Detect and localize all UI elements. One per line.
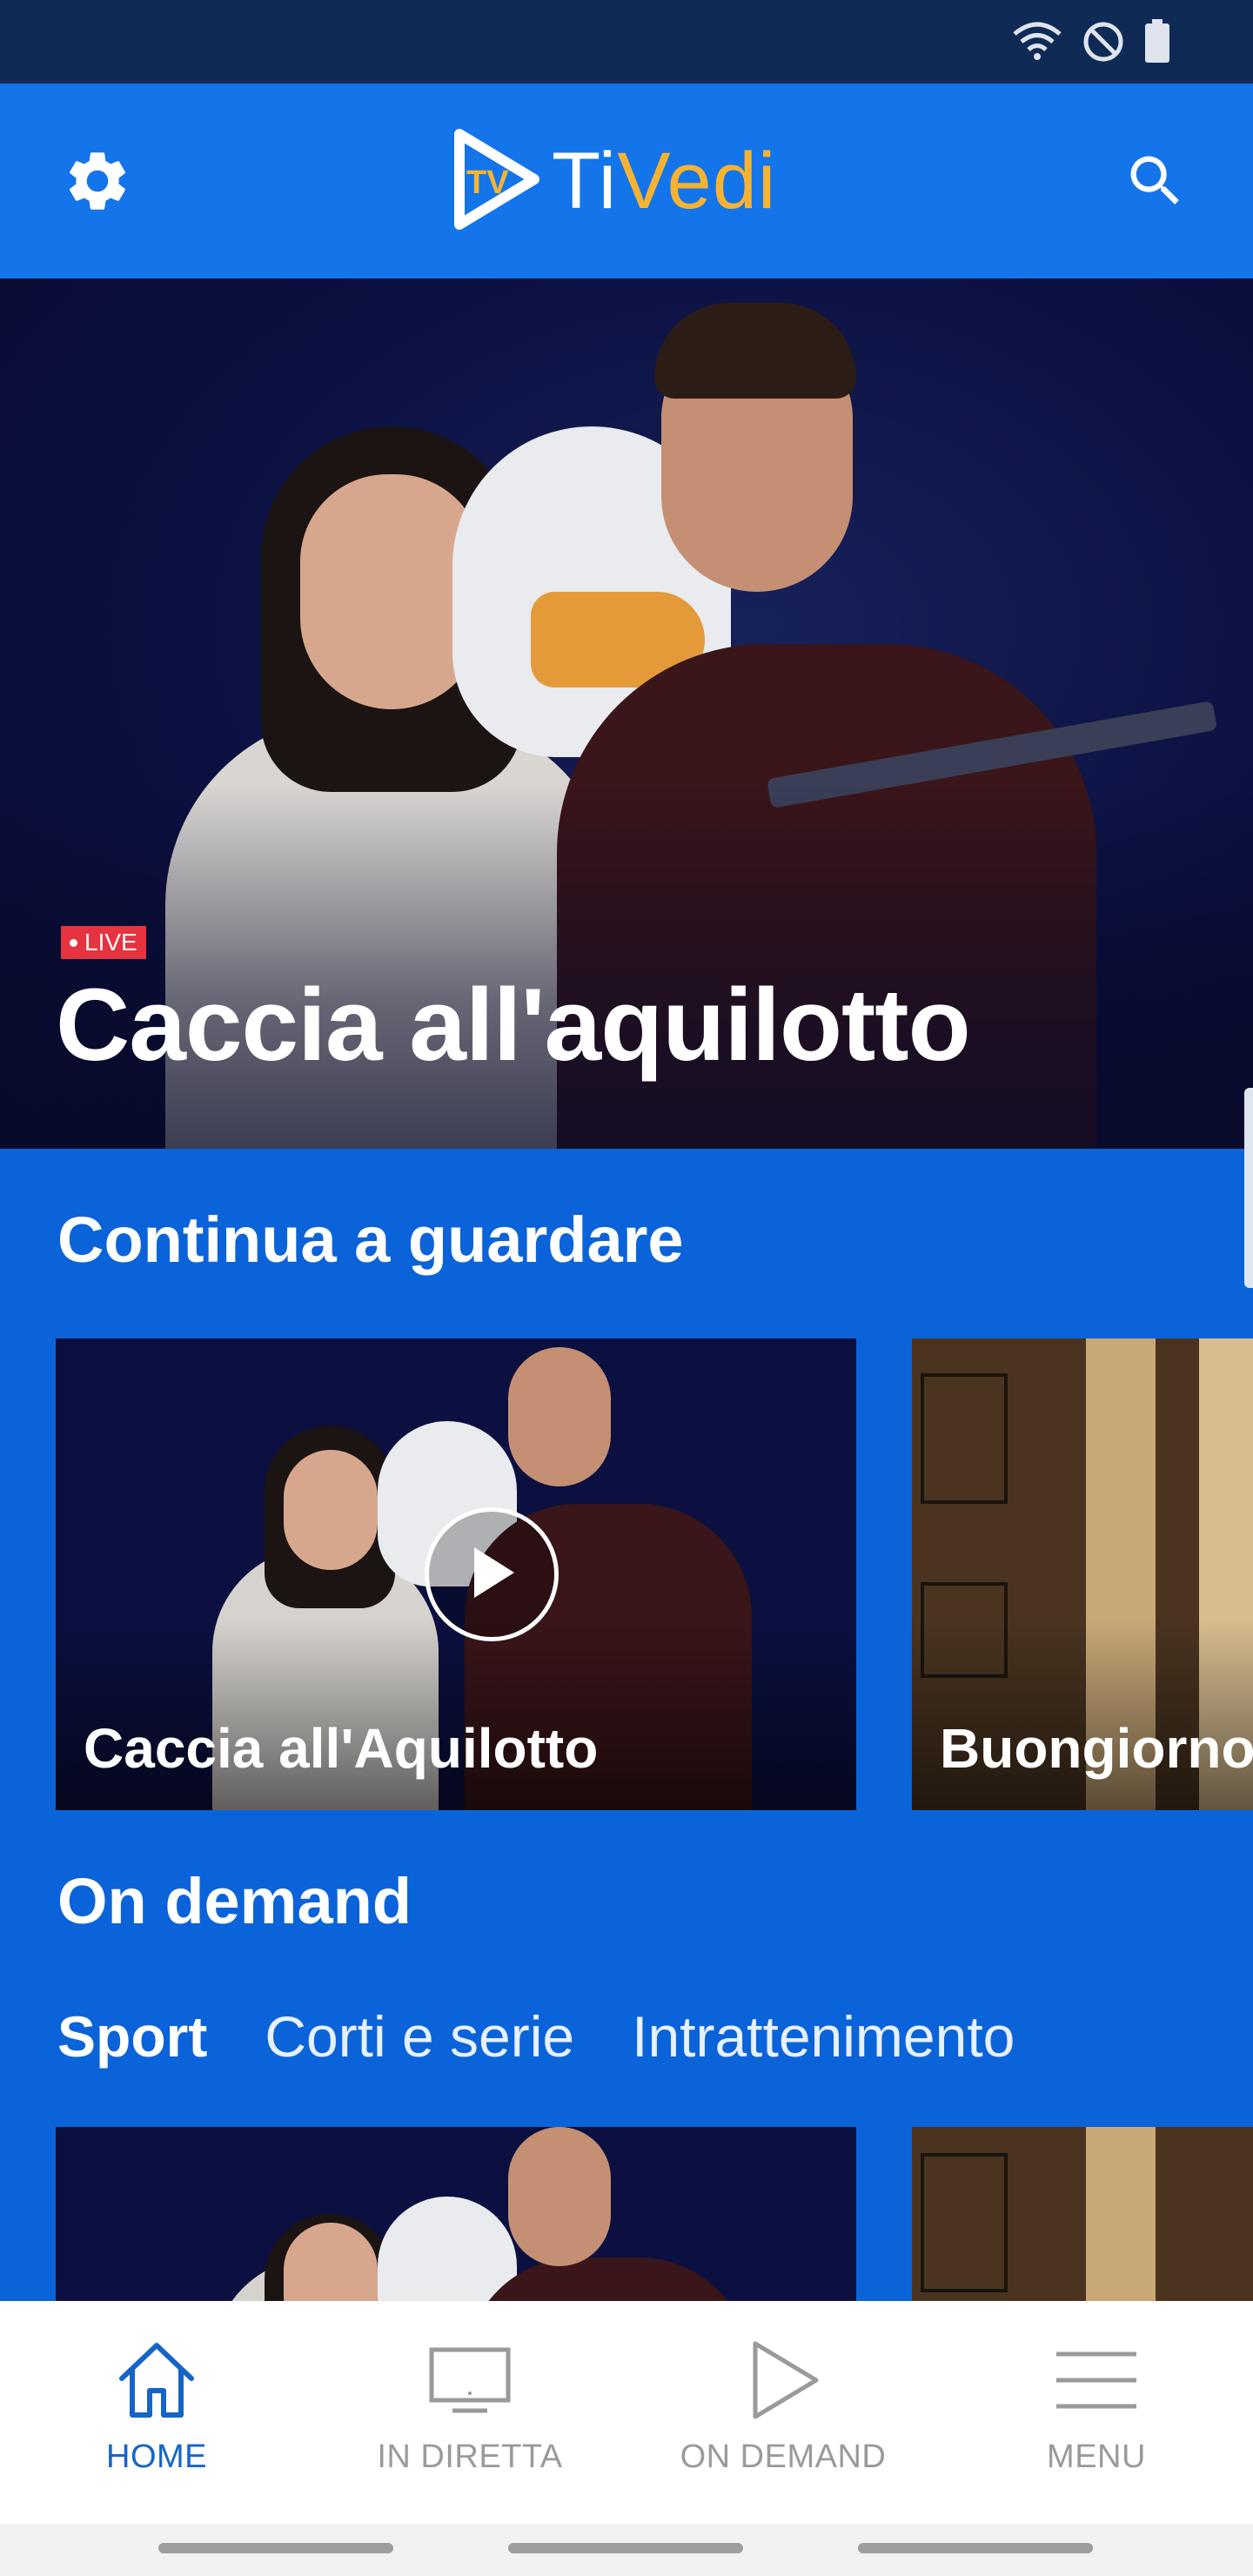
logo-badge-text: TV — [466, 164, 509, 201]
continue-watching-card[interactable]: Buongiorno — [912, 1338, 1253, 1810]
settings-button[interactable] — [57, 143, 137, 223]
nav-label-in-diretta: IN DIRETTA — [377, 2438, 563, 2475]
tab-intrattenimento[interactable]: Intrattenimento — [632, 2003, 1015, 2070]
tab-corti-e-serie[interactable]: Corti e serie — [265, 2003, 574, 2070]
tv-icon — [426, 2332, 513, 2428]
card-gradient — [912, 1619, 1253, 1810]
nav-label-menu: MENU — [1047, 2438, 1146, 2475]
on-demand-card[interactable] — [912, 2127, 1253, 2301]
home-handle[interactable] — [508, 2543, 743, 2553]
continue-watching-card[interactable]: Caccia all'Aquilotto — [56, 1338, 856, 1810]
logo-text-prefix: Ti — [552, 136, 618, 225]
nav-item-home[interactable]: HOME — [0, 2301, 313, 2524]
hero-banner[interactable]: LIVE Caccia all'aquilotto — [0, 278, 1253, 1149]
battery-icon — [1143, 19, 1171, 64]
thumbnail-face — [284, 1450, 378, 1570]
nav-label-on-demand: ON DEMAND — [680, 2438, 887, 2475]
wifi-icon — [1011, 20, 1063, 64]
search-icon — [1122, 148, 1189, 218]
nav-label-home: HOME — [106, 2438, 207, 2475]
live-badge: LIVE — [61, 926, 146, 959]
status-icons — [1011, 19, 1171, 64]
on-demand-card[interactable] — [56, 2127, 856, 2301]
card-gradient — [56, 1619, 856, 1810]
system-gesture-bar — [0, 2524, 1253, 2576]
nav-item-in-diretta[interactable]: IN DIRETTA — [313, 2301, 626, 2524]
hero-image-hair-right — [654, 303, 856, 399]
nav-item-menu[interactable]: MENU — [940, 2301, 1253, 2524]
search-button[interactable] — [1116, 143, 1196, 223]
scroll-indicator[interactable] — [1244, 1088, 1253, 1288]
thumbnail-balcony — [921, 2153, 1008, 2292]
thumbnail-head — [508, 2127, 611, 2266]
app-logo: TV TiVedi — [447, 127, 776, 235]
app-bar: TV TiVedi — [0, 84, 1253, 278]
play-icon — [466, 1544, 518, 1605]
card-title: Caccia all'Aquilotto — [84, 1717, 599, 1780]
home-icon — [113, 2332, 200, 2428]
recent-apps-handle[interactable] — [158, 2543, 393, 2553]
back-handle[interactable] — [858, 2543, 1093, 2553]
logo-text: TiVedi — [552, 136, 776, 227]
tab-sport[interactable]: Sport — [57, 2003, 207, 2070]
thumbnail-mascot — [378, 2197, 517, 2301]
thumbnail-head — [508, 1347, 611, 1486]
on-demand-title: On demand — [57, 1865, 412, 1937]
logo-text-suffix: Vedi — [617, 136, 777, 225]
hero-title: Caccia all'aquilotto — [56, 968, 971, 1083]
menu-icon — [1053, 2332, 1140, 2428]
continue-watching-title: Continua a guardare — [57, 1204, 684, 1276]
live-badge-label: LIVE — [84, 929, 137, 956]
card-title: Buongiorno — [940, 1717, 1253, 1780]
category-tabs: Sport Corti e serie Intrattenimento — [57, 2003, 1015, 2070]
live-dot-icon — [70, 938, 77, 947]
gear-icon — [62, 145, 133, 220]
play-button[interactable] — [425, 1507, 559, 1641]
nav-item-on-demand[interactable]: ON DEMAND — [626, 2301, 940, 2524]
thumbnail-balcony — [921, 1373, 1008, 1504]
bottom-navigation: HOME IN DIRETTA ON DEMAND MENU — [0, 2301, 1253, 2524]
logo-mark-icon: TV — [447, 125, 543, 237]
play-icon — [740, 2332, 827, 2428]
status-bar — [0, 0, 1253, 84]
thumbnail-column — [1086, 2127, 1156, 2301]
do-not-disturb-icon — [1081, 19, 1126, 64]
